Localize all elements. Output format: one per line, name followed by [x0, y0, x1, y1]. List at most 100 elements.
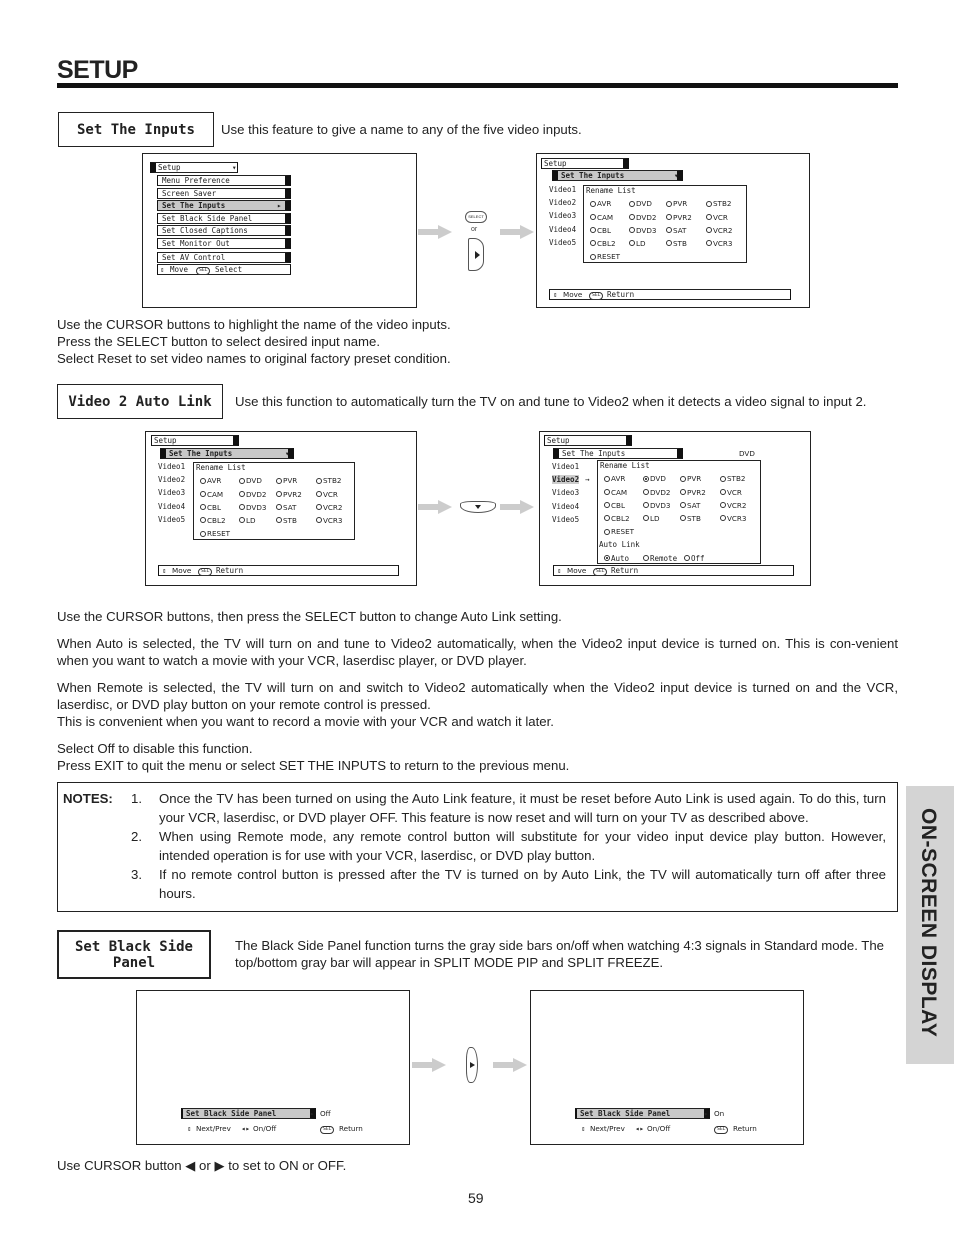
- rename-option[interactable]: VCR: [706, 213, 728, 222]
- option-label: PVR2: [283, 489, 302, 499]
- rename-option[interactable]: PVR: [680, 474, 701, 483]
- rename-option[interactable]: CBL2: [590, 239, 616, 248]
- osd-footer: ⇕ Move SEL Return: [158, 565, 399, 576]
- auto-link-option[interactable]: Off: [684, 554, 705, 563]
- reset-option[interactable]: RESET: [200, 529, 230, 538]
- move-icon: ⇕: [160, 265, 165, 274]
- rename-option[interactable]: AVR: [590, 199, 611, 208]
- rename-option[interactable]: DVD: [239, 476, 262, 485]
- option-label: RESET: [597, 252, 621, 262]
- rename-option[interactable]: STB2: [706, 199, 731, 208]
- rename-option[interactable]: CBL2: [200, 516, 226, 525]
- reset-option[interactable]: RESET: [604, 527, 634, 536]
- rename-option[interactable]: CBL: [604, 501, 625, 510]
- auto-link-option[interactable]: Remote: [643, 554, 677, 563]
- radio-icon: [590, 200, 596, 207]
- rename-option[interactable]: DVD3: [239, 503, 266, 512]
- rename-option[interactable]: VCR2: [706, 226, 733, 235]
- rename-list-box: Rename List AVR DVD PVR STB2 CAM DVD2 PVR2 VCR CB…: [583, 185, 747, 263]
- radio-icon: [316, 491, 322, 497]
- move-icon: ⇕: [553, 290, 558, 299]
- auto-link-option[interactable]: Auto: [604, 554, 629, 563]
- radio-icon: [706, 214, 712, 220]
- video-input-label: Video5: [552, 514, 580, 524]
- sel-button-label: SEL: [714, 1126, 729, 1134]
- osd-menu-item[interactable]: Set AV Control: [157, 251, 291, 263]
- rename-option[interactable]: STB2: [720, 474, 745, 483]
- option-label: AVR: [207, 476, 222, 486]
- rename-option[interactable]: STB2: [316, 476, 341, 485]
- osd-menu-item[interactable]: Menu Preference: [157, 175, 291, 186]
- rename-option[interactable]: VCR2: [316, 503, 343, 512]
- rename-option[interactable]: SAT: [680, 501, 700, 510]
- radio-icon: [316, 477, 322, 484]
- option-label: SAT: [283, 502, 297, 512]
- option-label: LD: [650, 513, 660, 523]
- rename-option[interactable]: CBL: [200, 503, 221, 512]
- rename-option[interactable]: VCR: [316, 490, 338, 499]
- rename-option[interactable]: PVR2: [680, 488, 706, 497]
- rename-option[interactable]: VCR: [720, 488, 742, 497]
- radio-icon: [200, 504, 206, 511]
- rename-option[interactable]: SAT: [276, 503, 296, 512]
- rename-option[interactable]: AVR: [604, 474, 625, 483]
- rename-option[interactable]: STB: [680, 514, 701, 523]
- section3-instruction: Use CURSOR button ◀ or ▶ to set to ON or…: [57, 1158, 347, 1173]
- sel-button-icon: SEL: [198, 566, 213, 576]
- osd-menu-item[interactable]: Screen Saver: [157, 187, 291, 199]
- option-label: SAT: [687, 500, 701, 510]
- rename-option[interactable]: DVD: [643, 474, 666, 483]
- rename-option[interactable]: DVD2: [239, 490, 266, 499]
- sel-button-label: SEL: [589, 292, 604, 300]
- rename-option[interactable]: CAM: [590, 213, 613, 222]
- rename-option[interactable]: STB: [276, 516, 297, 525]
- rename-option[interactable]: DVD2: [629, 213, 656, 222]
- reset-option[interactable]: RESET: [590, 252, 620, 261]
- flow-arrow: [500, 500, 534, 514]
- rename-option[interactable]: CBL2: [604, 514, 630, 523]
- radio-icon: [706, 227, 712, 234]
- section3-intro: The Black Side Panel function turns the …: [235, 938, 885, 970]
- osd-menu-item[interactable]: Set Black Side Panel: [575, 1108, 710, 1119]
- submenu-label: Set The Inputs: [561, 171, 625, 180]
- rename-option[interactable]: DVD2: [643, 488, 670, 497]
- rename-option[interactable]: PVR2: [276, 490, 302, 499]
- rename-option[interactable]: CAM: [604, 488, 627, 497]
- osd-menu-item[interactable]: Set Black Side Panel: [157, 212, 291, 224]
- rename-option[interactable]: PVR: [276, 476, 297, 485]
- osd-menu-item[interactable]: Set Closed Captions: [157, 225, 291, 237]
- osd-menu-item[interactable]: Set Monitor Out: [157, 238, 291, 249]
- select-button-icon: SELECT: [465, 211, 487, 223]
- rename-option[interactable]: DVD3: [643, 501, 670, 510]
- arrow-right-icon: →: [585, 475, 590, 485]
- radio-icon: [680, 515, 686, 522]
- side-tab: ON-SCREEN DISPLAY: [906, 786, 954, 1064]
- rename-option[interactable]: LD: [629, 239, 646, 248]
- osd-menu-item[interactable]: Set The Inputs ▸: [157, 200, 291, 212]
- rename-option[interactable]: VCR3: [316, 516, 343, 525]
- rename-option[interactable]: PVR: [666, 199, 687, 208]
- rename-option[interactable]: CBL: [590, 226, 611, 235]
- rename-option[interactable]: LD: [643, 514, 660, 523]
- rename-option[interactable]: SAT: [666, 226, 686, 235]
- osd-menu-item[interactable]: Set Black Side Panel: [181, 1108, 316, 1119]
- radio-icon: [604, 555, 610, 561]
- left-right-icon: ◂▸: [241, 1124, 251, 1133]
- rename-option[interactable]: VCR3: [706, 239, 733, 248]
- osd-auto-link: Setup Set The Inputs DVD Video1 Video2 → Video…: [539, 431, 811, 586]
- rename-option[interactable]: LD: [239, 516, 256, 525]
- radio-icon: [706, 200, 712, 207]
- rename-option[interactable]: VCR2: [720, 501, 747, 510]
- title-rule: [57, 83, 898, 88]
- rename-option[interactable]: STB: [666, 239, 687, 248]
- section2-paragraphs: Use the CURSOR buttons, then press the S…: [57, 609, 898, 773]
- rename-option[interactable]: CAM: [200, 490, 223, 499]
- radio-icon: [276, 517, 282, 524]
- rename-option[interactable]: PVR2: [666, 213, 692, 222]
- rename-option[interactable]: AVR: [200, 476, 221, 485]
- radio-icon: [604, 475, 610, 482]
- rename-option[interactable]: DVD: [629, 199, 652, 208]
- rename-option[interactable]: DVD3: [629, 226, 656, 235]
- rename-option[interactable]: VCR3: [720, 514, 747, 523]
- radio-icon: [276, 491, 282, 497]
